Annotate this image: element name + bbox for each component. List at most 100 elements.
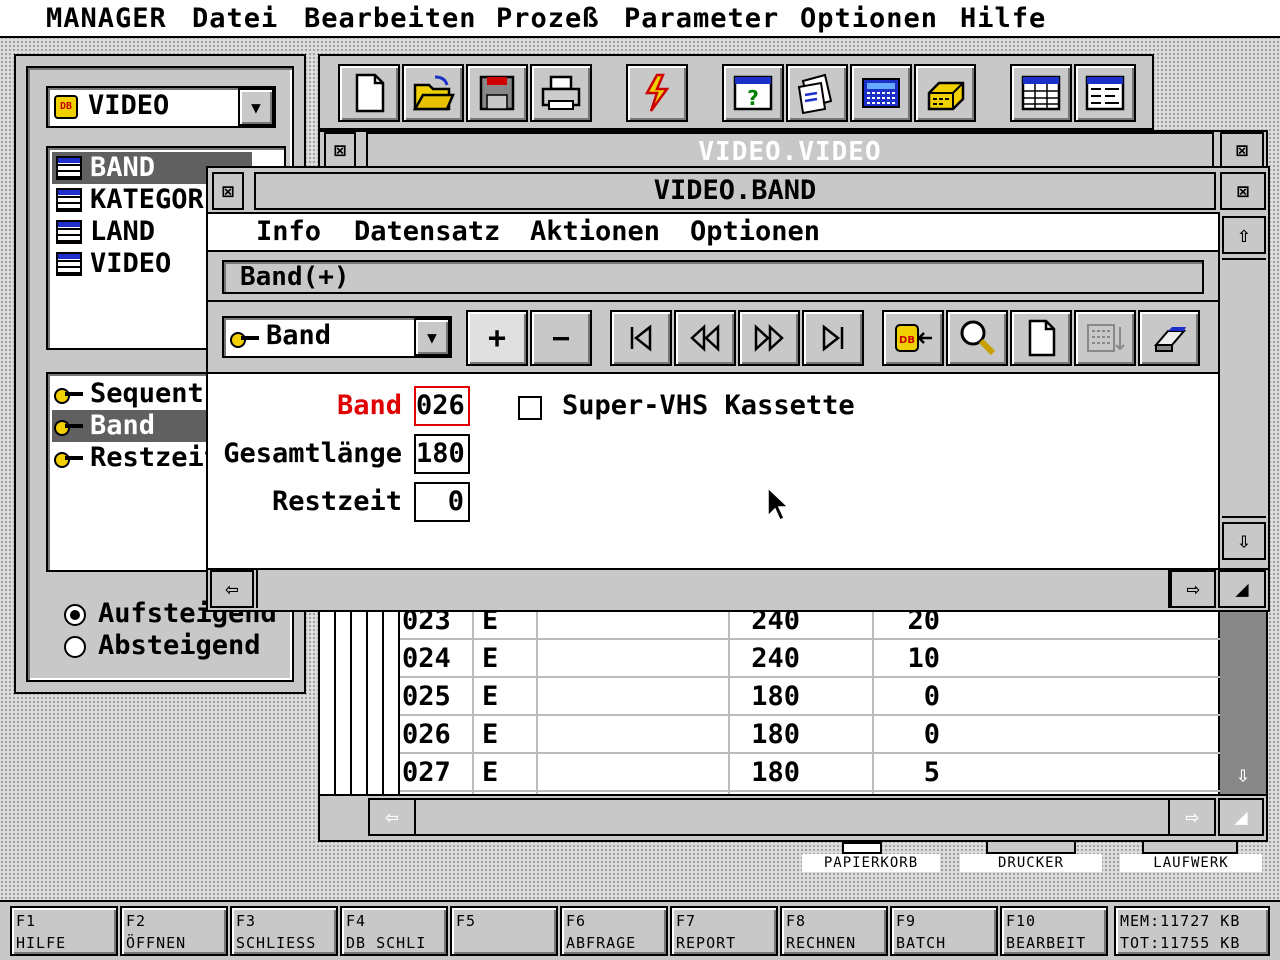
- menu-parameter[interactable]: Parameter: [624, 3, 779, 34]
- batch-button[interactable]: [914, 64, 976, 122]
- eraser-icon: [1153, 327, 1187, 352]
- grid-cell-band: 025: [402, 681, 451, 712]
- table-row[interactable]: 025 E 180 0: [400, 678, 1220, 716]
- previous-record-button[interactable]: [674, 310, 736, 366]
- menu-aktionen[interactable]: Aktionen: [530, 216, 660, 247]
- fullsize-icon[interactable]: ⊠: [1220, 132, 1264, 168]
- last-record-icon: [822, 324, 844, 352]
- grid-cell-band: 027: [402, 757, 451, 788]
- window-title[interactable]: VIDEO.VIDEO: [366, 132, 1214, 168]
- function-key-label: BEARBEIT: [1006, 934, 1087, 952]
- menu-datei[interactable]: Datei: [192, 3, 278, 34]
- function-key-f7[interactable]: F7 REPORT: [670, 906, 778, 956]
- menu-hilfe[interactable]: Hilfe: [960, 3, 1046, 34]
- close-icon[interactable]: ⊠: [324, 132, 356, 168]
- key-icon: [230, 332, 260, 348]
- menu-optionen[interactable]: Optionen: [800, 3, 938, 34]
- list-item[interactable]: Restzeit: [52, 442, 220, 474]
- vertical-scrollbar[interactable]: ⇧ ⇩: [1218, 212, 1268, 568]
- sort-ascending-radio[interactable]: [64, 604, 86, 626]
- next-record-button[interactable]: [738, 310, 800, 366]
- vertical-scrollbar[interactable]: ⇩: [1218, 610, 1266, 794]
- window-title[interactable]: VIDEO.BAND: [254, 172, 1216, 210]
- gesamtlaenge-field[interactable]: 180: [414, 434, 470, 474]
- menu-bearbeiten[interactable]: Bearbeiten: [304, 3, 477, 34]
- import-db-button[interactable]: DB: [882, 310, 944, 366]
- function-key-f6[interactable]: F6 ABFRAGE: [560, 906, 668, 956]
- function-key-f1[interactable]: F1 HILFE: [10, 906, 118, 956]
- calculator-disabled-button[interactable]: [1074, 310, 1136, 366]
- delete-record-button[interactable]: −: [530, 310, 592, 366]
- horizontal-scrollbar[interactable]: ⇦ ⇨ ◢: [320, 794, 1266, 840]
- gesamtlaenge-label: Gesamtlänge: [223, 438, 402, 469]
- desktop-icon-label[interactable]: DRUCKER: [960, 854, 1102, 872]
- report-button[interactable]: [786, 64, 848, 122]
- menu-manager[interactable]: MANAGER: [46, 3, 167, 34]
- scroll-down-icon[interactable]: ⇩: [1222, 522, 1266, 560]
- search-button[interactable]: [946, 310, 1008, 366]
- scroll-left-icon[interactable]: ⇦: [210, 570, 254, 608]
- first-record-button[interactable]: [610, 310, 672, 366]
- window-menu-bar: Info Datensatz Aktionen Optionen: [208, 212, 1218, 252]
- drive-icon[interactable]: [1142, 842, 1238, 854]
- function-key-f9[interactable]: F9 BATCH: [890, 906, 998, 956]
- sort-descending-radio[interactable]: [64, 636, 86, 658]
- open-folder-icon: [412, 75, 455, 111]
- scroll-left-icon[interactable]: ⇦: [368, 798, 416, 836]
- desktop-icon-label[interactable]: PAPIERKORB: [802, 854, 940, 872]
- open-folder-button[interactable]: [402, 64, 464, 122]
- table-row[interactable]: 026 E 180 0: [400, 716, 1220, 754]
- new-document-button[interactable]: [338, 64, 400, 122]
- close-icon[interactable]: ⊠: [212, 172, 244, 210]
- trash-icon[interactable]: [842, 842, 882, 854]
- band-field[interactable]: 026: [414, 386, 470, 426]
- function-key-f2[interactable]: F2 ÖFFNEN: [120, 906, 228, 956]
- function-key-id: F8: [786, 912, 807, 930]
- index-select[interactable]: Band ▼: [222, 316, 452, 358]
- super-vhs-checkbox[interactable]: [518, 396, 542, 420]
- menu-info[interactable]: Info: [256, 216, 321, 247]
- grid-cell-type: E: [482, 681, 499, 712]
- list-item[interactable]: LAND: [52, 216, 155, 248]
- desktop-icon-label[interactable]: LAUFWERK: [1120, 854, 1262, 872]
- add-record-button[interactable]: +: [466, 310, 528, 366]
- function-key-f3[interactable]: F3 SCHLIESS: [230, 906, 338, 956]
- table-view-button[interactable]: [1010, 64, 1072, 122]
- menu-optionen[interactable]: Optionen: [690, 216, 820, 247]
- dropdown-arrow-icon[interactable]: ▼: [414, 318, 450, 356]
- scroll-right-icon[interactable]: ⇨: [1170, 570, 1216, 608]
- database-select[interactable]: DB VIDEO ▼: [46, 86, 276, 128]
- print-button[interactable]: [530, 64, 592, 122]
- scroll-up-icon[interactable]: ⇧: [1222, 216, 1266, 254]
- function-key-f4[interactable]: F4 DB SCHLI: [340, 906, 448, 956]
- function-key-label: ÖFFNEN: [126, 934, 187, 952]
- menu-prozess[interactable]: Prozeß: [496, 3, 600, 34]
- fullsize-icon[interactable]: ⊠: [1220, 172, 1266, 210]
- table-row[interactable]: 024 E 240 10: [400, 640, 1220, 678]
- resize-icon[interactable]: ◢: [1218, 570, 1266, 608]
- query-table-button[interactable]: ?: [722, 64, 784, 122]
- list-item[interactable]: KATEGORI: [52, 184, 220, 216]
- execute-button[interactable]: [626, 64, 688, 122]
- calculator-button[interactable]: [850, 64, 912, 122]
- list-item[interactable]: VIDEO: [52, 248, 171, 280]
- menu-datensatz[interactable]: Datensatz: [354, 216, 500, 247]
- function-key-f8[interactable]: F8 RECHNEN: [780, 906, 888, 956]
- function-key-label: DB SCHLI: [346, 934, 427, 952]
- table-row[interactable]: 027 E 180 5: [400, 754, 1220, 792]
- horizontal-scrollbar[interactable]: ⇦ ⇨ ◢: [208, 568, 1268, 610]
- scroll-right-icon[interactable]: ⇨: [1168, 798, 1216, 836]
- new-record-button[interactable]: [1010, 310, 1072, 366]
- erase-button[interactable]: [1138, 310, 1200, 366]
- form-view-button[interactable]: [1074, 64, 1136, 122]
- scroll-down-icon[interactable]: ⇩: [1220, 756, 1266, 794]
- restzeit-field[interactable]: 0: [414, 482, 470, 522]
- list-item[interactable]: Sequent:: [52, 378, 220, 410]
- function-key-f5[interactable]: F5: [450, 906, 558, 956]
- resize-icon[interactable]: ◢: [1218, 798, 1264, 836]
- dropdown-arrow-icon[interactable]: ▼: [238, 88, 274, 126]
- printer-icon[interactable]: [986, 842, 1076, 854]
- function-key-f10[interactable]: F10 BEARBEIT: [1000, 906, 1108, 956]
- last-record-button[interactable]: [802, 310, 864, 366]
- save-button[interactable]: [466, 64, 528, 122]
